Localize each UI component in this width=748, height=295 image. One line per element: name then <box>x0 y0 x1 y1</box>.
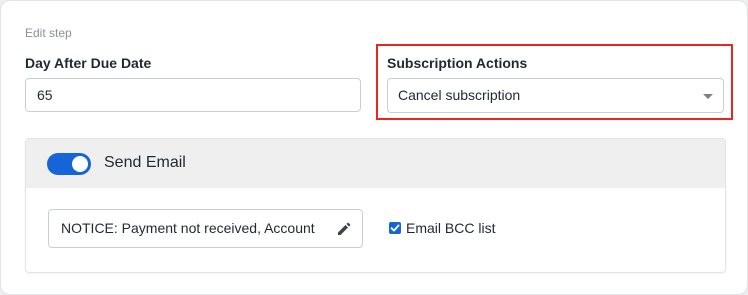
subscription-actions-select[interactable]: Cancel subscription <box>387 78 724 113</box>
edit-step-card: Edit step Day After Due Date 65 Subscrip… <box>0 0 748 295</box>
toggle-knob <box>72 156 88 172</box>
send-email-toggle[interactable] <box>47 153 91 175</box>
day-after-due-date-label: Day After Due Date <box>25 55 152 71</box>
email-bcc-checkbox[interactable] <box>389 222 401 234</box>
pencil-icon[interactable] <box>336 221 352 237</box>
checkmark-icon <box>390 224 400 232</box>
email-subject-field[interactable]: NOTICE: Payment not received, Account <box>48 209 363 248</box>
subscription-actions-value: Cancel subscription <box>398 87 521 103</box>
dropdown-caret-icon <box>703 94 713 99</box>
send-email-panel-header: Send Email <box>26 139 725 188</box>
section-label: Edit step <box>25 26 72 40</box>
email-subject-text: NOTICE: Payment not received, Account <box>61 220 315 236</box>
send-email-panel: Send Email NOTICE: Payment not received,… <box>25 138 726 273</box>
send-email-title: Send Email <box>104 154 186 171</box>
day-after-due-date-input[interactable]: 65 <box>25 78 361 112</box>
subscription-actions-label: Subscription Actions <box>387 55 528 71</box>
email-bcc-label[interactable]: Email BCC list <box>406 220 495 236</box>
